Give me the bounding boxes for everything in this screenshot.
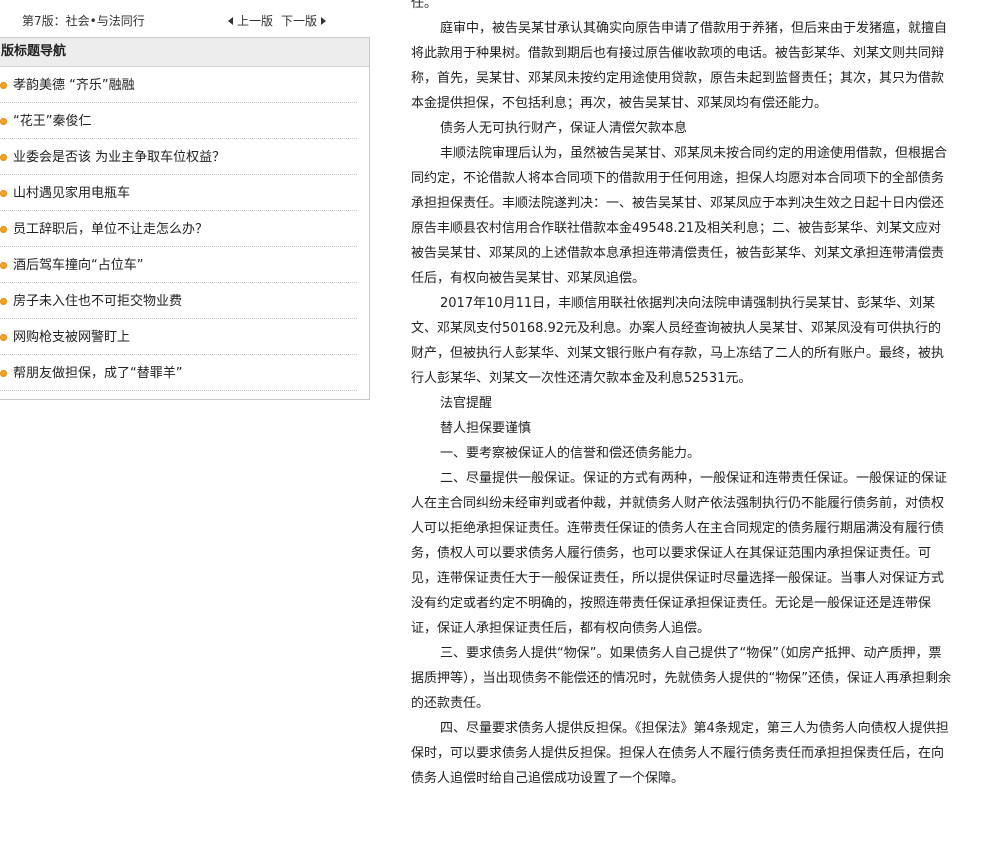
article-paragraph: 庭审中，被告吴某甘承认其确实向原告申请了借款用于养猪，但后来由于发猪瘟，就擅自将… xyxy=(411,21,948,111)
nav-item[interactable]: 山村遇见家用电瓶车 xyxy=(0,175,357,211)
prev-edition-label: 上一版 xyxy=(237,14,274,28)
article-paragraph: 任。 xyxy=(411,0,438,11)
nav-item[interactable]: 网购枪支被网警盯上 xyxy=(0,319,357,355)
edition-page-number: 第7版： xyxy=(22,14,66,28)
article-paragraph: 二、尽量提供一般保证。保证的方式有两种，一般保证和连带责任保证。一般保证的保证人… xyxy=(411,471,948,636)
edition-bar: 第7版：社会•与法同行 上一版 下一版 xyxy=(0,0,370,38)
bullet-icon xyxy=(0,298,7,305)
nav-item[interactable]: 酒后驾车撞向“占位车” xyxy=(0,247,357,283)
article-paragraph: 债务人无可执行财产，保证人清偿欠款本息 xyxy=(440,121,688,136)
edition-page-name: 社会•与法同行 xyxy=(65,14,145,28)
nav-item-label: 孝韵美德 “齐乐”融融 xyxy=(13,78,135,93)
bullet-icon xyxy=(0,118,7,125)
nav-list: 孝韵美德 “齐乐”融融 “花王”秦俊仁业委会是否该 为业主争取车位权益？ 山村遇见家… xyxy=(0,67,369,391)
nav-item[interactable]: 房子未入住也不可拒交物业费 xyxy=(0,283,357,319)
nav-item[interactable]: 孝韵美德 “齐乐”融融 xyxy=(0,67,357,103)
nav-item[interactable]: “花王”秦俊仁 xyxy=(0,103,357,139)
article-paragraph: 替人担保要谨慎 xyxy=(440,421,532,436)
article-paragraph: 一、要考察被保证人的信誉和偿还债务能力。 xyxy=(440,446,701,461)
nav-item[interactable]: 帮朋友做担保，成了“替罪羊” xyxy=(0,355,357,391)
nav-item-label: 帮朋友做担保，成了“替罪羊” xyxy=(13,366,183,381)
article-body: 任。庭审中，被告吴某甘承认其确实向原告申请了借款用于养猪，但后来由于发猪瘟，就擅… xyxy=(411,0,954,791)
article-paragraph: 2017年10月11日，丰顺信用联社依据判决向法院申请强制执行吴某甘、彭某华、刘… xyxy=(411,296,945,386)
bullet-icon xyxy=(0,262,7,269)
bullet-icon xyxy=(0,190,7,197)
nav-item-label: 员工辞职后，单位不让走怎么办？ xyxy=(13,222,209,237)
nav-item-label: 业委会是否该 为业主争取车位权益？ xyxy=(13,150,226,165)
article-paragraph: 四、尽量要求债务人提供反担保。《担保法》第4条规定，第三人为债务人向债权人提供担… xyxy=(411,721,949,786)
next-edition-link[interactable]: 下一版 xyxy=(281,12,327,29)
bullet-icon xyxy=(0,154,7,161)
nav-item-label: 房子未入住也不可拒交物业费 xyxy=(13,294,183,309)
bullet-icon xyxy=(0,226,7,233)
bullet-icon xyxy=(0,82,7,89)
triangle-right-icon xyxy=(321,16,327,25)
article-paragraph: 法官提醒 xyxy=(440,396,493,411)
nav-header: 版标题导航 xyxy=(0,38,369,67)
article-paragraph: 丰顺法院审理后认为，虽然被告吴某甘、邓某凤未按合同约定的用途使用借款，但根据合同… xyxy=(411,146,948,286)
nav-item-label: 网购枪支被网警盯上 xyxy=(13,330,131,345)
nav-item[interactable]: 业委会是否该 为业主争取车位权益？ xyxy=(0,139,357,175)
next-edition-label: 下一版 xyxy=(281,14,318,28)
nav-item-label: 山村遇见家用电瓶车 xyxy=(13,186,131,201)
bullet-icon xyxy=(0,370,7,377)
triangle-left-icon xyxy=(228,16,233,25)
headline-nav-panel: 版标题导航 孝韵美德 “齐乐”融融 “花王”秦俊仁业委会是否该 为业主争取车位权益… xyxy=(0,37,370,400)
prev-edition-link[interactable]: 上一版 xyxy=(228,12,273,29)
bullet-icon xyxy=(0,334,7,341)
nav-item-label: “花王”秦俊仁 xyxy=(13,114,92,129)
nav-item[interactable]: 员工辞职后，单位不让走怎么办？ xyxy=(0,211,357,247)
nav-item-label: 酒后驾车撞向“占位车” xyxy=(13,258,144,273)
edition-label: 第7版：社会•与法同行 xyxy=(22,12,145,29)
article-paragraph: 三、要求债务人提供“物保”。如果债务人自己提供了“物保”（如房产抵押、动产质押，… xyxy=(411,646,951,711)
